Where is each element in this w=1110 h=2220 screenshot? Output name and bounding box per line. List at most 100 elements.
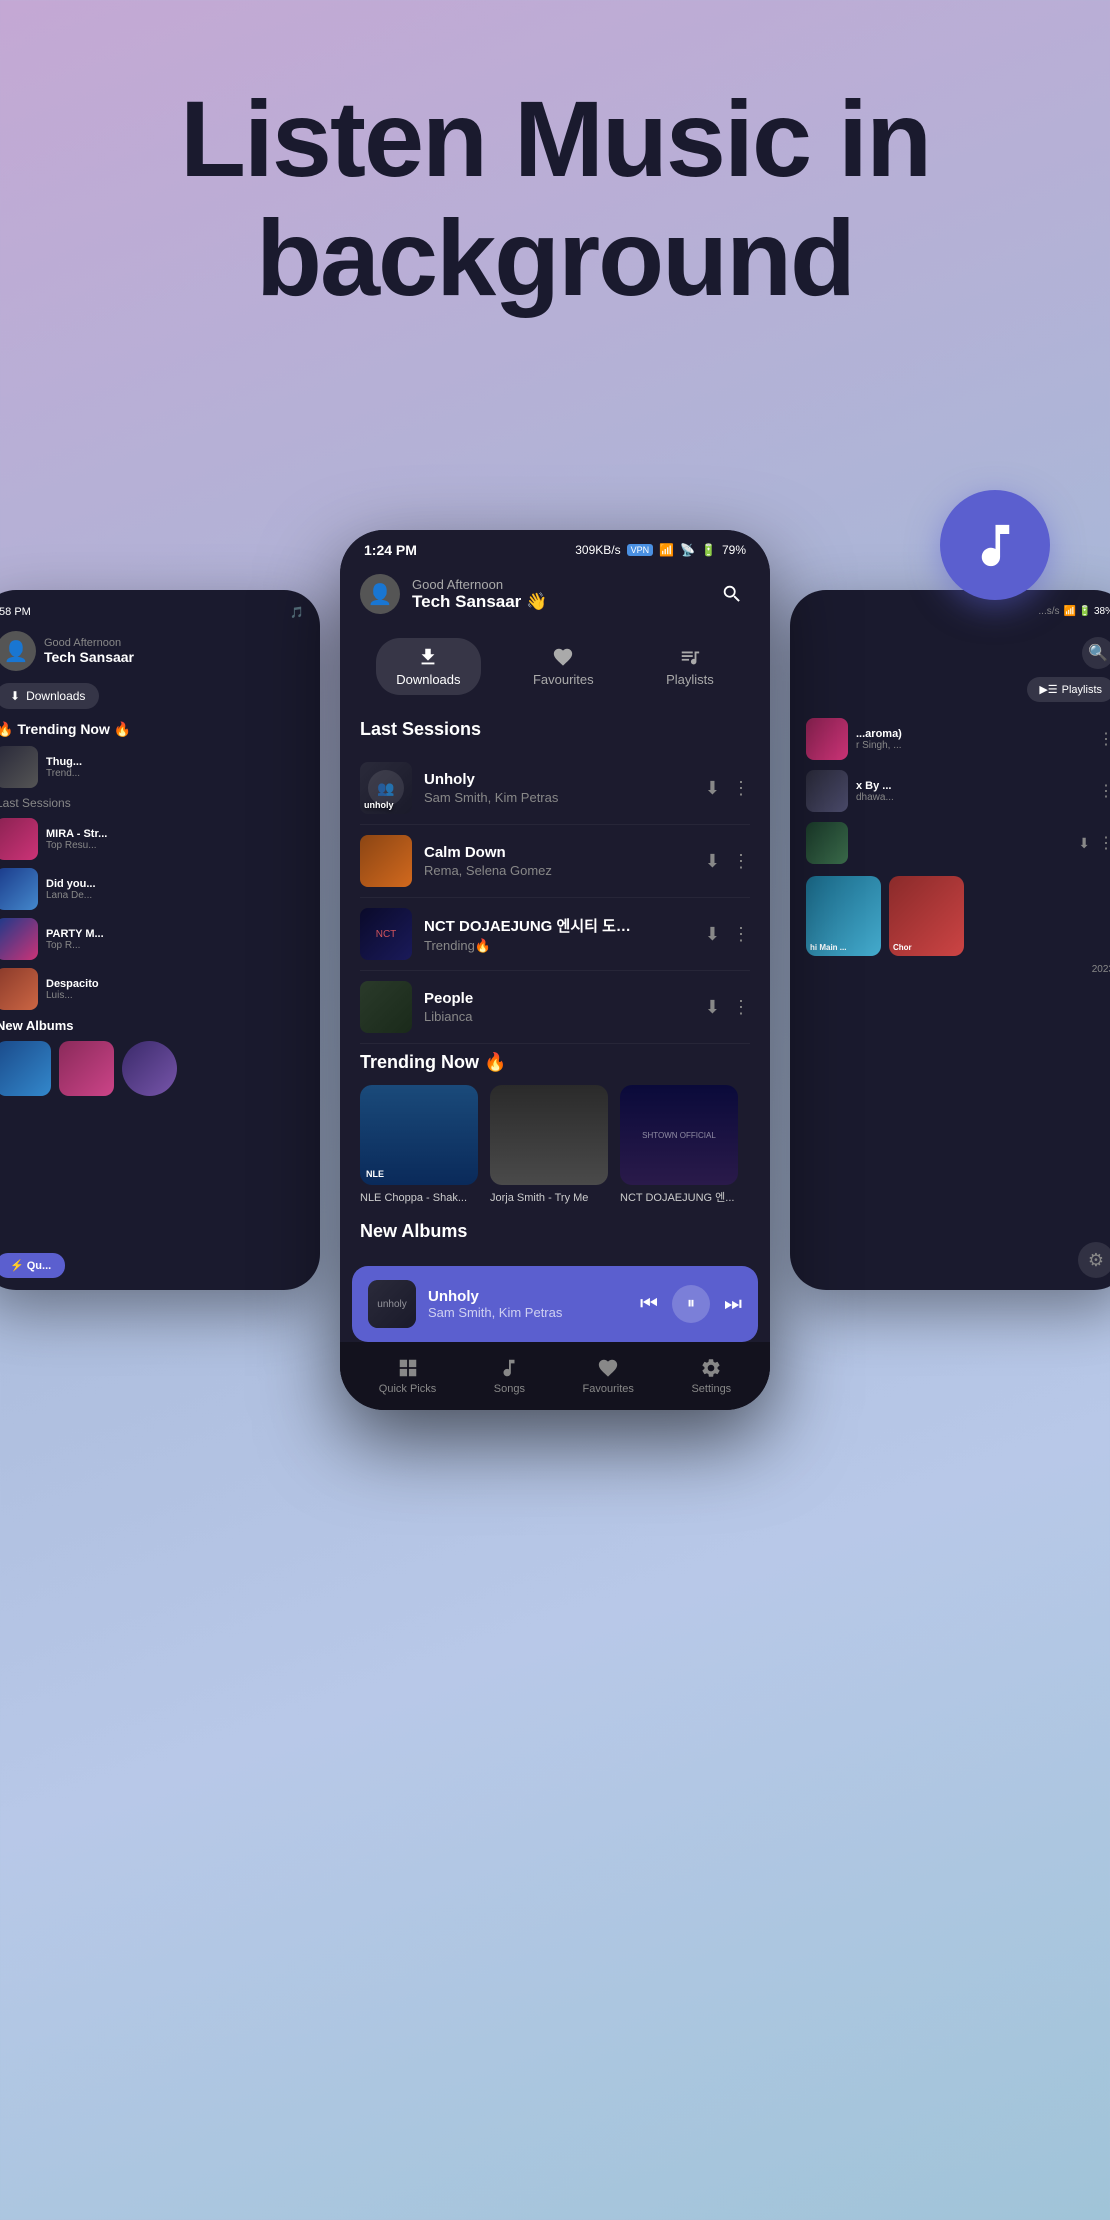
album-thumb bbox=[122, 1041, 177, 1096]
song-title: Unholy bbox=[424, 771, 693, 788]
trending-grid: NLE NLE Choppa - Shak... Jorja Smith - T… bbox=[360, 1085, 750, 1205]
more-options-icon[interactable]: ⋮ bbox=[732, 851, 750, 872]
tab-downloads[interactable]: Downloads bbox=[376, 638, 480, 695]
user-avatar[interactable]: 👤 bbox=[360, 574, 400, 614]
more-options-icon[interactable]: ⋮ bbox=[1098, 833, 1110, 853]
song-thumbnail bbox=[0, 818, 38, 860]
settings-icon bbox=[700, 1357, 722, 1379]
download-song-icon[interactable]: ⬇ bbox=[705, 924, 720, 945]
last-sessions-title: Last Sessions bbox=[360, 711, 750, 740]
more-options-icon[interactable]: ⋮ bbox=[732, 778, 750, 799]
grid-icon bbox=[397, 1357, 419, 1379]
music-note-icon bbox=[968, 518, 1023, 573]
playback-controls: ⏮ ⏸ ⏭ bbox=[640, 1285, 742, 1323]
download-tab-icon bbox=[417, 646, 439, 668]
right-year: 2023 bbox=[806, 964, 1110, 975]
fast-forward-button[interactable]: ⏭ bbox=[724, 1293, 742, 1316]
unholy-thumbnail: 👥 unholy bbox=[360, 762, 412, 814]
music-icon bbox=[498, 1357, 520, 1379]
trending-card-nct[interactable]: SHTOWN OFFICIAL NCT DOJAEJUNG 엔... bbox=[620, 1085, 738, 1205]
song-name: Despacito bbox=[46, 978, 99, 990]
more-options-icon[interactable]: ⋮ bbox=[732, 997, 750, 1018]
tab-favourites[interactable]: Favourites bbox=[513, 638, 614, 695]
song-artist: r Singh, ... bbox=[856, 740, 902, 751]
music-bubble[interactable] bbox=[940, 490, 1050, 600]
app-header: 👤 Good Afternoon Tech Sansaar 👋 bbox=[340, 566, 770, 630]
trending-card-nle[interactable]: NLE NLE Choppa - Shak... bbox=[360, 1085, 478, 1205]
hero-title: Listen Music in background bbox=[60, 80, 1050, 318]
list-item: PARTY M... Top R... bbox=[0, 918, 304, 960]
song-item-people[interactable]: People Libianca ⬇ ⋮ bbox=[360, 971, 750, 1044]
quick-picks-btn[interactable]: ⚡ Qu... bbox=[0, 1253, 65, 1278]
nav-settings-label: Settings bbox=[691, 1383, 731, 1395]
song-thumbnail bbox=[0, 868, 38, 910]
search-icon bbox=[721, 583, 743, 605]
download-icon[interactable]: ⬇ bbox=[1078, 835, 1090, 852]
right-playlists-btn[interactable]: ▶☰ Playlists bbox=[1027, 677, 1110, 702]
song-item-unholy[interactable]: 👥 unholy Unholy Sam Smith, Kim Petras ⬇ … bbox=[360, 752, 750, 825]
song-name: Did you... bbox=[46, 878, 96, 890]
download-song-icon[interactable]: ⬇ bbox=[705, 997, 720, 1018]
left-status-bar: :58 PM 🎵 bbox=[0, 606, 304, 619]
nav-songs-label: Songs bbox=[494, 1383, 525, 1395]
settings-icon[interactable]: ⚙ bbox=[1078, 1242, 1110, 1278]
now-playing-bar[interactable]: unholy Unholy Sam Smith, Kim Petras ⏮ ⏸ … bbox=[352, 1266, 758, 1342]
song-thumbnail bbox=[0, 968, 38, 1010]
song-artist: Top Resu... bbox=[46, 840, 107, 851]
album-thumb: Chor bbox=[889, 876, 964, 956]
download-song-icon[interactable]: ⬇ bbox=[705, 778, 720, 799]
song-name: ...aroma) bbox=[856, 728, 902, 740]
song-artist-text: Rema, Selena Gomez bbox=[424, 863, 693, 878]
right-status-bar: ...s/s 📶 🔋 38% bbox=[806, 606, 1110, 617]
song-artist-text: Trending🔥 bbox=[424, 938, 693, 954]
rewind-button[interactable]: ⏮ bbox=[640, 1293, 658, 1316]
trending-label: NLE Choppa - Shak... bbox=[360, 1191, 478, 1205]
song-title: Calm Down bbox=[424, 844, 693, 861]
album-thumb: hi Main ... bbox=[806, 876, 881, 956]
song-artist: Luis... bbox=[46, 990, 99, 1001]
trending-card-jorja[interactable]: Jorja Smith - Try Me bbox=[490, 1085, 608, 1205]
tab-playlists[interactable]: Playlists bbox=[646, 638, 734, 695]
user-name: Tech Sansaar 👋 bbox=[412, 592, 547, 612]
tab-playlists-label: Playlists bbox=[666, 672, 714, 687]
nav-favourites[interactable]: Favourites bbox=[583, 1357, 634, 1395]
list-item: Despacito Luis... bbox=[0, 968, 304, 1010]
left-downloads-btn[interactable]: ⬇ Downloads bbox=[0, 683, 99, 709]
search-button[interactable] bbox=[714, 576, 750, 612]
song-item-nct[interactable]: NCT NCT DOJAEJUNG 엔시티 도… Trending🔥 ⬇ ⋮ bbox=[360, 898, 750, 971]
song-name: Thug... bbox=[46, 756, 82, 768]
song-artist: dhawa... bbox=[856, 792, 894, 803]
download-song-icon[interactable]: ⬇ bbox=[705, 851, 720, 872]
more-options-icon[interactable]: ⋮ bbox=[732, 924, 750, 945]
song-thumbnail bbox=[0, 746, 38, 788]
battery-icon: 🔋 bbox=[701, 543, 716, 557]
left-name: Tech Sansaar bbox=[44, 649, 134, 665]
song-thumbnail bbox=[806, 770, 848, 812]
song-item-calmdown[interactable]: Calm Down Rema, Selena Gomez ⬇ ⋮ bbox=[360, 825, 750, 898]
more-options-icon[interactable]: ⋮ bbox=[1098, 781, 1110, 801]
hero-section: Listen Music in background bbox=[0, 0, 1110, 358]
left-time: :58 PM bbox=[0, 606, 31, 619]
play-pause-button[interactable]: ⏸ bbox=[672, 1285, 710, 1323]
right-search-btn[interactable]: 🔍 bbox=[1082, 637, 1110, 669]
now-playing-title: Unholy bbox=[428, 1288, 628, 1305]
list-item: ⬇ ⋮ bbox=[806, 822, 1110, 864]
more-options-icon[interactable]: ⋮ bbox=[1098, 729, 1110, 749]
people-thumbnail bbox=[360, 981, 412, 1033]
vpn-badge: VPN bbox=[627, 544, 654, 556]
status-right: 309KB/s VPN 📶 📡 🔋 79% bbox=[575, 543, 746, 557]
nle-thumbnail: NLE bbox=[360, 1085, 478, 1185]
nav-quick-picks[interactable]: Quick Picks bbox=[379, 1357, 436, 1395]
song-artist: Lana De... bbox=[46, 890, 96, 901]
left-greeting: Good Afternoon bbox=[44, 637, 134, 649]
left-last-sessions-title: Last Sessions bbox=[0, 796, 304, 810]
nav-settings[interactable]: Settings bbox=[691, 1357, 731, 1395]
wifi-icon: 📡 bbox=[680, 543, 695, 557]
song-artist-text: Sam Smith, Kim Petras bbox=[424, 790, 693, 805]
phones-area: :58 PM 🎵 👤 Good Afternoon Tech Sansaar ⬇… bbox=[0, 530, 1110, 2220]
calmdown-thumbnail bbox=[360, 835, 412, 887]
song-title: People bbox=[424, 990, 693, 1007]
left-header: 👤 Good Afternoon Tech Sansaar bbox=[0, 631, 304, 671]
nav-songs[interactable]: Songs bbox=[494, 1357, 525, 1395]
phone-right: ...s/s 📶 🔋 38% 🔍 ▶☰ Playlists ...aroma) bbox=[790, 590, 1110, 1290]
